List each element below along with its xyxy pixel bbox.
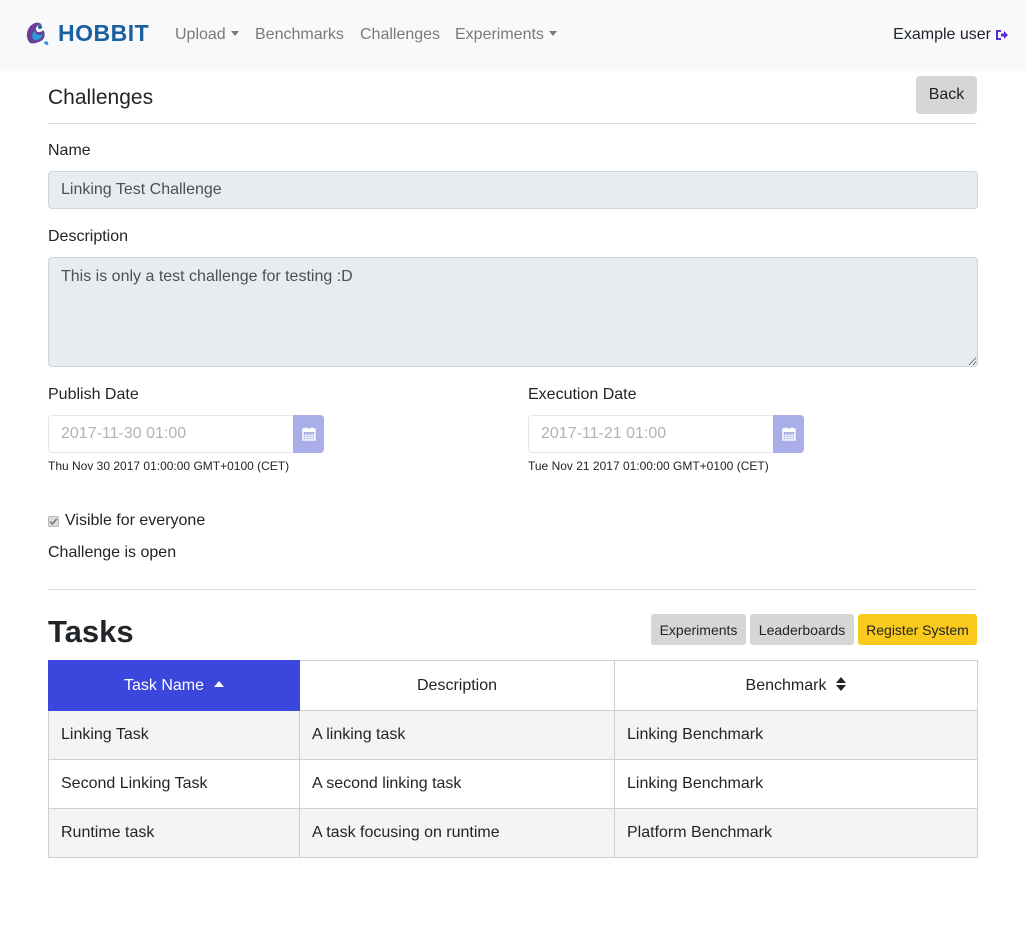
name-field[interactable] (48, 171, 978, 209)
visible-label: Visible for everyone (65, 512, 206, 529)
table-row[interactable]: Linking Task A linking task Linking Benc… (48, 710, 978, 760)
execution-date-label: Execution Date (528, 386, 637, 403)
calendar-icon (301, 427, 316, 441)
register-system-button[interactable]: Register System (858, 614, 977, 645)
nav-experiments-label: Experiments (455, 26, 544, 43)
brand-name: HOBBIT (58, 19, 150, 46)
execution-date-input[interactable] (528, 415, 773, 453)
nav-challenges-label: Challenges (360, 26, 441, 43)
nav-upload-dropdown[interactable]: Upload (175, 26, 239, 44)
caret-down-icon (230, 31, 239, 36)
task-description-cell: A second linking task (299, 759, 615, 809)
nav-upload-label: Upload (175, 26, 226, 43)
tasks-table: Task Name Description Benchmark Linking … (48, 660, 978, 858)
brand[interactable]: HOBBIT (22, 18, 149, 48)
divider (48, 589, 977, 590)
nav-experiments-dropdown[interactable]: Experiments (455, 26, 557, 44)
publish-date-label: Publish Date (48, 386, 139, 403)
task-name-cell: Second Linking Task (48, 759, 300, 809)
leaderboards-button[interactable]: Leaderboards (750, 614, 854, 645)
checkmark-icon (49, 517, 58, 525)
nav-challenges[interactable]: Challenges (360, 26, 440, 44)
column-header-label: Task Name (123, 676, 205, 694)
visible-checkbox-row: Visible for everyone (48, 512, 205, 530)
task-name-cell: Runtime task (48, 808, 300, 858)
task-benchmark-cell: Linking Benchmark (614, 710, 978, 760)
description-field[interactable]: This is only a test challenge for testin… (48, 257, 978, 367)
name-label: Name (48, 142, 91, 159)
hobbit-logo-icon (26, 22, 49, 45)
sort-icon (836, 676, 847, 691)
task-benchmark-cell: Platform Benchmark (614, 808, 978, 858)
tasks-heading: Tasks (48, 614, 134, 649)
execution-date-picker (528, 415, 804, 453)
publish-date-input[interactable] (48, 415, 293, 453)
top-navbar: HOBBIT Upload Benchmarks Challenges Expe… (0, 0, 1025, 71)
column-header-label: Benchmark (745, 676, 827, 694)
task-description-cell: A task focusing on runtime (299, 808, 615, 858)
table-row[interactable]: Runtime task A task focusing on runtime … (48, 808, 978, 858)
user-menu[interactable]: Example user (893, 26, 1009, 44)
execution-date-full: Tue Nov 21 2017 01:00:00 GMT+0100 (CET) (528, 459, 769, 473)
column-header-benchmark[interactable]: Benchmark (614, 660, 978, 711)
execution-date-calendar-button[interactable] (773, 415, 804, 453)
column-header-label: Description (416, 676, 498, 694)
sort-ascending-icon (214, 680, 225, 687)
visible-checkbox[interactable] (48, 515, 59, 527)
back-button[interactable]: Back (916, 76, 977, 114)
description-label: Description (48, 228, 129, 245)
caret-down-icon (548, 31, 557, 36)
publish-date-full: Thu Nov 30 2017 01:00:00 GMT+0100 (CET) (48, 459, 290, 473)
table-row[interactable]: Second Linking Task A second linking tas… (48, 759, 978, 809)
column-header-description[interactable]: Description (299, 660, 615, 711)
calendar-icon (781, 427, 796, 441)
table-header-row: Task Name Description Benchmark (48, 660, 978, 711)
task-name-cell: Linking Task (48, 710, 300, 760)
user-name: Example user (893, 26, 991, 43)
sign-out-icon (996, 30, 1008, 40)
challenge-status: Challenge is open (48, 544, 177, 561)
task-benchmark-cell: Linking Benchmark (614, 759, 978, 809)
publish-date-picker (48, 415, 324, 453)
nav-benchmarks[interactable]: Benchmarks (255, 26, 344, 44)
publish-date-calendar-button[interactable] (293, 415, 324, 453)
task-description-cell: A linking task (299, 710, 615, 760)
column-header-task-name[interactable]: Task Name (48, 660, 300, 711)
divider (48, 123, 977, 124)
nav-benchmarks-label: Benchmarks (255, 26, 344, 43)
experiments-button[interactable]: Experiments (651, 614, 746, 645)
page-title: Challenges (48, 86, 154, 109)
